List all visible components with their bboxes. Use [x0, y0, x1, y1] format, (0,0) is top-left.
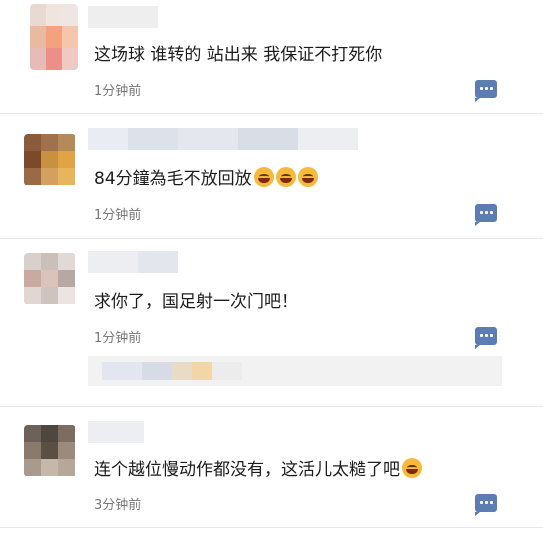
username-blurred[interactable] [88, 251, 178, 273]
avatar[interactable] [24, 253, 76, 305]
avatar[interactable] [30, 4, 78, 70]
laughing-emoji-icon [297, 167, 318, 187]
comment-text-content: 连个越位慢动作都没有，这活儿太糙了吧 [94, 460, 400, 480]
laughing-emoji-icon [253, 167, 274, 187]
comment-item: 84分鐘為毛不放回放 1分钟前 [0, 114, 543, 238]
comment-text: 这场球 谁转的 站出来 我保证不打死你 [94, 45, 383, 65]
avatar[interactable] [24, 134, 76, 186]
laughing-emoji-icon [402, 458, 422, 478]
comment-item: 求你了，国足射一次门吧！ 1分钟前 [0, 239, 543, 407]
comment-time: 3分钟前 [94, 498, 142, 513]
comment-time: 1分钟前 [94, 84, 142, 99]
comment-text-content: 84分鐘為毛不放回放 [94, 169, 252, 189]
username-blurred[interactable] [88, 421, 144, 443]
comment-text: 连个越位慢动作都没有，这活儿太糙了吧 [94, 458, 422, 482]
comment-text: 求你了，国足射一次门吧！ [94, 292, 298, 312]
username-blurred[interactable] [88, 128, 358, 150]
comment-item: 这场球 谁转的 站出来 我保证不打死你 1分钟前 [0, 0, 543, 110]
comment-reply-icon[interactable] [475, 80, 497, 102]
comment-reply-icon[interactable] [475, 204, 497, 226]
sub-reply-blurred[interactable] [88, 356, 502, 386]
avatar[interactable] [24, 425, 76, 477]
comment-item: 连个越位慢动作都没有，这活儿太糙了吧 3分钟前 [0, 407, 543, 533]
comment-reply-icon[interactable] [475, 494, 497, 516]
divider [0, 527, 543, 528]
comment-reply-icon[interactable] [475, 327, 497, 349]
username-blurred[interactable] [88, 6, 158, 28]
comment-time: 1分钟前 [94, 208, 142, 223]
laughing-emoji-icon [275, 167, 296, 187]
comment-time: 1分钟前 [94, 331, 142, 346]
comment-text: 84分鐘為毛不放回放 [94, 167, 318, 191]
